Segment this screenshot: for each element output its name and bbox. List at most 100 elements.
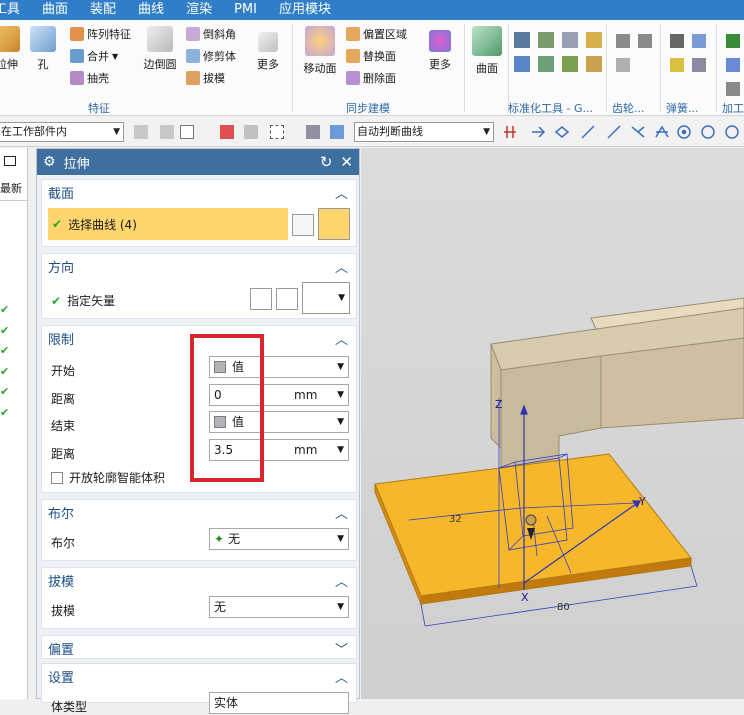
surface-button[interactable]: 曲面 bbox=[470, 26, 504, 76]
offset-region-button[interactable]: 偏置区域 bbox=[346, 26, 407, 42]
settings-header[interactable]: 设置 ︿ bbox=[42, 664, 356, 688]
pattern-feature-icon bbox=[70, 27, 84, 41]
face-icon[interactable] bbox=[330, 125, 344, 139]
menu-surface[interactable]: 曲面 bbox=[31, 0, 79, 20]
tool-icon[interactable] bbox=[562, 56, 578, 72]
trim-body-button[interactable]: 修剪体 bbox=[186, 48, 236, 64]
chevron-up-icon: ︿ bbox=[334, 260, 348, 276]
select-curve-row[interactable]: ✔ 选择曲线 (4) bbox=[48, 208, 288, 240]
unite-icon bbox=[70, 49, 84, 63]
spring-icon[interactable] bbox=[692, 34, 706, 48]
reset-icon[interactable]: ↻ bbox=[320, 153, 333, 171]
shell-button[interactable]: 抽壳 bbox=[70, 70, 109, 86]
selection-toolbar: 在工作部件内 ▼ 自动判断曲线 ▼ bbox=[0, 117, 744, 147]
ribbon: 拉伸 孔 阵列特征 合并 ▼ 抽壳 边倒圆 倒斜角 修剪体 拔模 更多 特征 移… bbox=[0, 20, 744, 116]
machining-icon[interactable] bbox=[726, 58, 740, 72]
draft-combo[interactable]: 无 ▼ bbox=[209, 596, 349, 618]
hole-button[interactable]: 孔 bbox=[28, 26, 58, 72]
open-profile-checkbox[interactable] bbox=[51, 471, 63, 484]
specify-vector-row[interactable]: ✔ 指定矢量 bbox=[51, 292, 115, 309]
settings-section: 设置 ︿ 体类型 实体 bbox=[41, 663, 357, 714]
sync-more-button[interactable]: 更多 bbox=[424, 26, 456, 72]
offset-header[interactable]: 偏置 ﹀ bbox=[42, 636, 356, 660]
feature-group-label: 特征 bbox=[88, 102, 110, 115]
reverse-direction-icon[interactable] bbox=[250, 288, 272, 310]
standard-group-label: 标准化工具 - G... bbox=[508, 102, 593, 115]
select-icon[interactable] bbox=[160, 125, 174, 139]
direction-header[interactable]: 方向 ︿ bbox=[42, 254, 356, 278]
filter-icon[interactable] bbox=[134, 125, 148, 139]
sketch-section-button[interactable] bbox=[292, 214, 314, 236]
type-filter-combo[interactable]: 在工作部件内 ▼ bbox=[0, 122, 124, 142]
draft-icon bbox=[186, 71, 200, 85]
tool-icon[interactable] bbox=[586, 32, 602, 48]
pattern-feature-button[interactable]: 阵列特征 bbox=[70, 26, 131, 42]
spring-group-label: 弹簧... bbox=[666, 102, 699, 115]
delete-face-button[interactable]: 删除面 bbox=[346, 70, 396, 86]
replace-face-button[interactable]: 替换面 bbox=[346, 48, 396, 64]
body-icon[interactable] bbox=[306, 125, 320, 139]
boolean-header[interactable]: 布尔 ︿ bbox=[42, 500, 356, 524]
menu-pmi[interactable]: PMI bbox=[223, 0, 268, 20]
vector-dialog-dropdown[interactable]: ▼ bbox=[302, 282, 350, 314]
menu-application[interactable]: 应用模块 bbox=[268, 0, 342, 20]
chevron-up-icon: ︿ bbox=[334, 574, 348, 590]
spring-icon[interactable] bbox=[670, 34, 684, 48]
check-icon: ✔ bbox=[0, 303, 10, 316]
tool-icon[interactable] bbox=[586, 56, 602, 72]
boolean-combo[interactable]: ✦ 无 ▼ bbox=[209, 528, 349, 550]
chevron-down-icon: ▼ bbox=[337, 390, 344, 400]
draft-header[interactable]: 拔模 ︿ bbox=[42, 568, 356, 592]
section-header[interactable]: 截面 ︿ bbox=[42, 180, 356, 204]
chamfer-button[interactable]: 倒斜角 bbox=[186, 26, 236, 42]
rect-select-icon[interactable] bbox=[270, 125, 284, 139]
ribbon-separator bbox=[292, 24, 293, 112]
check-icon: ✔ bbox=[0, 405, 10, 419]
feature-more-button[interactable]: 更多 bbox=[252, 26, 284, 72]
menu-tools[interactable]: 工具 bbox=[0, 0, 31, 20]
end-label: 结束 bbox=[51, 419, 76, 433]
snap-icon[interactable] bbox=[180, 125, 194, 139]
x-axis-label: X bbox=[521, 591, 529, 604]
extrude-button[interactable]: 拉伸 bbox=[0, 26, 22, 72]
move-face-button[interactable]: 移动面 bbox=[300, 26, 340, 76]
tool-icon[interactable] bbox=[514, 32, 530, 48]
distance2-label: 距离 bbox=[51, 447, 76, 461]
part-navigator: 最新 ✔ ✔ ✔ ✔ ✔ ✔ bbox=[0, 148, 28, 699]
gear-icon[interactable] bbox=[616, 34, 630, 48]
edge-blend-button[interactable]: 边倒圆 bbox=[140, 26, 180, 72]
tool-icon[interactable] bbox=[538, 32, 554, 48]
move-face-icon bbox=[305, 26, 335, 56]
tool-icon[interactable] bbox=[538, 56, 554, 72]
point-icon[interactable] bbox=[220, 125, 234, 139]
spring-icon[interactable] bbox=[692, 58, 706, 72]
menu-assembly[interactable]: 装配 bbox=[79, 0, 127, 20]
close-icon[interactable]: ✕ bbox=[340, 153, 353, 171]
menu-render[interactable]: 渲染 bbox=[175, 0, 223, 20]
gear-icon[interactable] bbox=[638, 34, 652, 48]
window-icon[interactable] bbox=[4, 156, 16, 166]
tool-icon[interactable] bbox=[514, 56, 530, 72]
cursor-icon[interactable] bbox=[244, 125, 258, 139]
spring-icon[interactable] bbox=[670, 58, 684, 72]
curve-rule-combo[interactable]: 自动判断曲线 ▼ bbox=[354, 122, 494, 142]
check-icon: ✔ bbox=[52, 217, 63, 231]
machining-icon[interactable] bbox=[726, 34, 740, 48]
gear-icon[interactable] bbox=[616, 58, 630, 72]
ribbon-separator bbox=[606, 24, 607, 112]
hole-icon bbox=[30, 26, 56, 52]
ribbon-separator bbox=[716, 24, 717, 112]
start-label: 开始 bbox=[51, 364, 76, 378]
graphics-viewport[interactable]: Z Y X 32 80 bbox=[361, 148, 744, 699]
unite-button[interactable]: 合并 ▼ bbox=[70, 48, 118, 64]
body-type-combo[interactable]: 实体 bbox=[209, 692, 349, 714]
vector-point-icon[interactable] bbox=[276, 288, 298, 310]
open-profile-row: 开放轮廓智能体积 bbox=[51, 469, 165, 486]
menu-curve[interactable]: 曲线 bbox=[127, 0, 175, 20]
tool-icon[interactable] bbox=[562, 32, 578, 48]
chevron-down-icon: ▼ bbox=[483, 127, 490, 137]
chevron-down-icon: ▼ bbox=[337, 534, 344, 544]
curve-icon[interactable] bbox=[318, 208, 350, 240]
machining-icon[interactable] bbox=[726, 82, 740, 96]
draft-button[interactable]: 拔模 bbox=[186, 70, 225, 86]
